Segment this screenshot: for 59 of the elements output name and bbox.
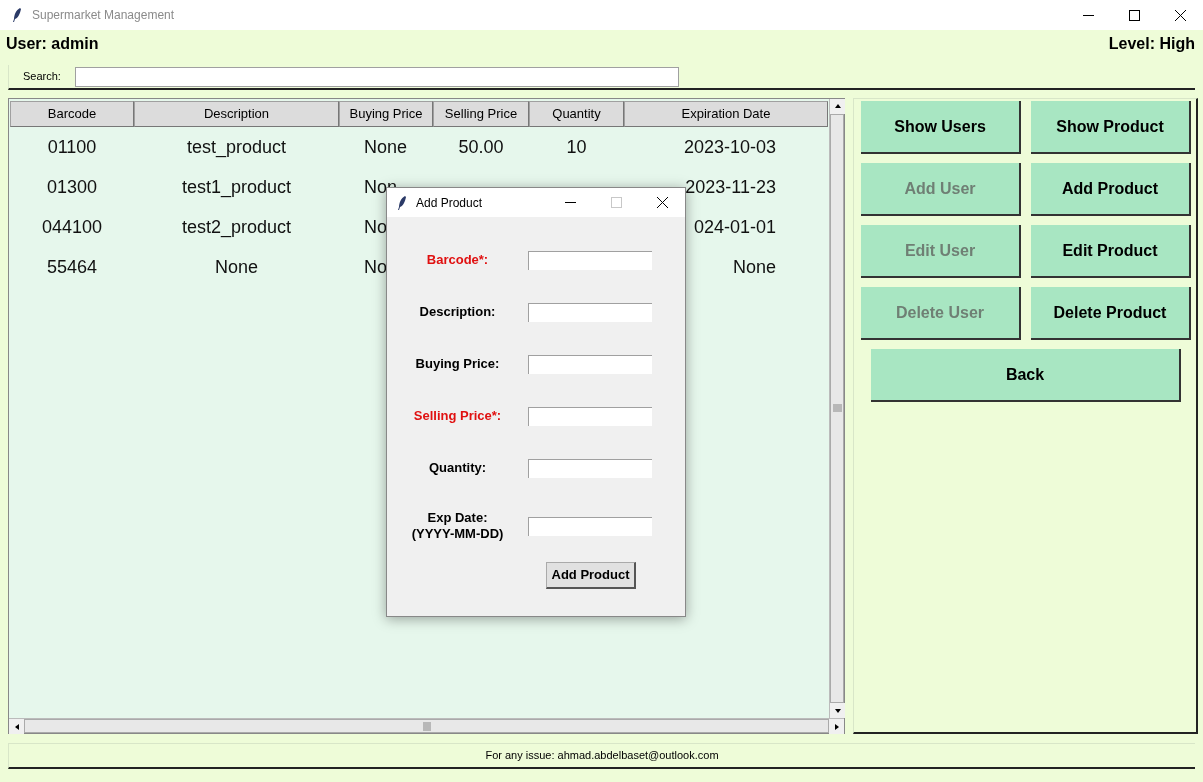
field-label: Quantity: (428, 460, 487, 476)
input-field[interactable] (528, 302, 652, 322)
feather-icon (397, 194, 407, 211)
add-product-button[interactable]: Add Product (546, 562, 636, 589)
level-label: Level: High (1108, 34, 1196, 54)
field-label: Barcode*: (426, 252, 489, 268)
scroll-left-icon[interactable] (9, 719, 24, 734)
table-cell-text: No (364, 215, 387, 239)
input-field[interactable] (528, 250, 652, 270)
table-cell-text: test2_product (181, 215, 292, 240)
input-field[interactable] (528, 354, 652, 374)
table-cell-text: 10 (566, 135, 587, 159)
scroll-right-icon[interactable] (829, 719, 844, 734)
column-header[interactable]: Selling Price (433, 101, 529, 127)
column-header[interactable]: Barcode (10, 101, 134, 127)
table-cell-text: 50.00 (458, 135, 504, 159)
status-text: For any issue: ahmad.abdelbaset@outlook.com (485, 748, 719, 764)
action-button[interactable]: Edit Product (1031, 225, 1191, 278)
input-field[interactable] (528, 516, 652, 536)
dialog-title: Add Product (416, 194, 483, 212)
close-icon (656, 197, 668, 208)
input-field[interactable] (528, 458, 652, 478)
table-cell-text: 2023-11-23 (685, 175, 776, 199)
table-cell-text: None (215, 255, 258, 279)
table-cell-text: None (364, 135, 408, 159)
table-cell-text: 55464 (46, 255, 98, 279)
search-label: Search: (23, 69, 62, 85)
table-cell-text: test1_product (181, 175, 292, 200)
column-header[interactable]: Buying Price (339, 101, 433, 127)
maximize-icon (610, 197, 622, 208)
table-cell-text: 01100 (47, 135, 97, 159)
scroll-up-icon[interactable] (830, 99, 845, 114)
field-label: Description: (419, 304, 496, 320)
action-button[interactable]: Delete Product (1031, 287, 1191, 340)
action-button[interactable]: Show Users (861, 101, 1021, 154)
table-cell-text: 044100 (41, 215, 103, 239)
table-cell-text: test_product (186, 135, 287, 160)
column-header[interactable]: Expiration Date (624, 101, 828, 127)
field-label: Exp Date: (YYYY-MM-DD) (411, 510, 504, 542)
action-button[interactable]: Show Product (1031, 101, 1191, 154)
field-label: Selling Price*: (413, 408, 502, 424)
user-label: User: admin (6, 34, 99, 54)
maximize-icon (1128, 9, 1140, 21)
column-header[interactable]: Quantity (529, 101, 624, 127)
input-field[interactable] (528, 406, 652, 426)
table-cell-text: 01300 (46, 175, 98, 199)
scroll-down-icon[interactable] (830, 703, 845, 718)
column-header[interactable]: Description (134, 101, 339, 127)
action-button[interactable]: Add Product (1031, 163, 1191, 216)
table-cell-text: No (364, 255, 387, 279)
feather-icon (12, 7, 22, 23)
table-cell-text: 2023-10-03 (683, 135, 776, 159)
window-title: Supermarket Management (32, 7, 175, 24)
table-cell-text: 024-01-01 (693, 215, 776, 239)
field-label: Buying Price: (415, 356, 500, 372)
search-field[interactable] (75, 66, 679, 87)
back-button[interactable]: Back (871, 349, 1181, 402)
table-cell-text: None (732, 255, 776, 279)
close-icon (1174, 9, 1186, 21)
